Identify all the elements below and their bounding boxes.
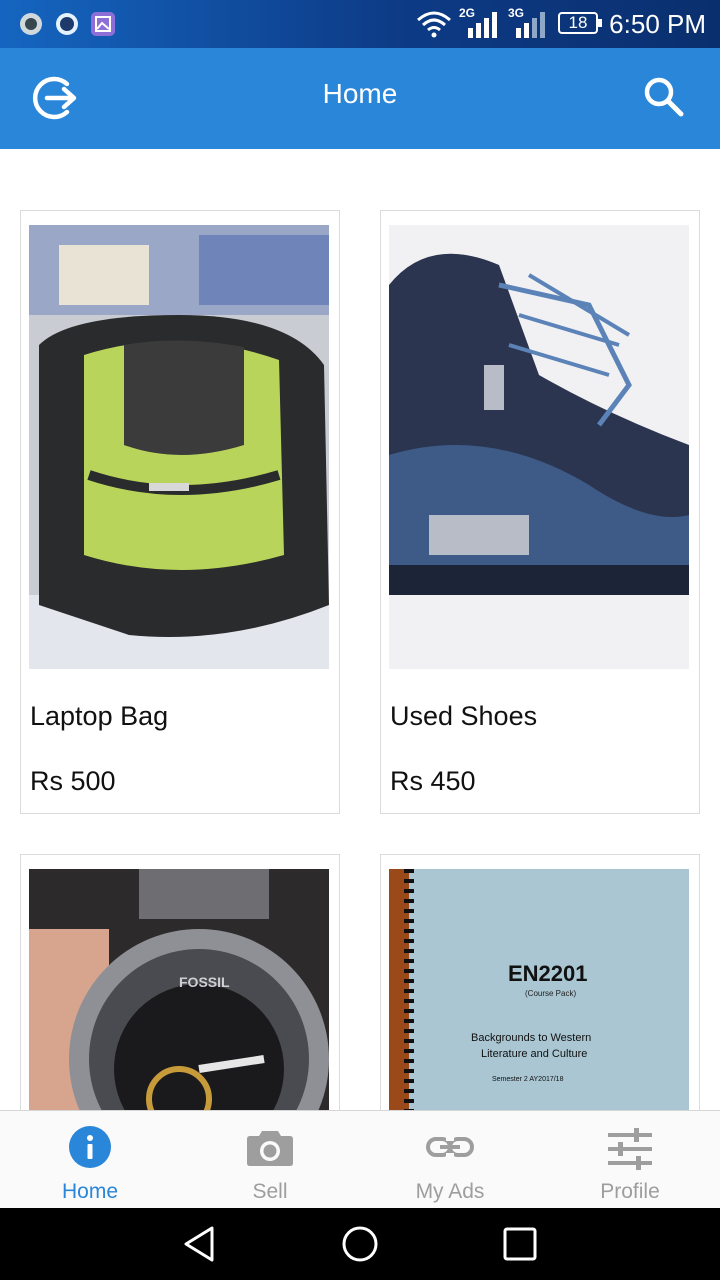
recents-icon[interactable] <box>500 1224 540 1264</box>
search-icon[interactable] <box>636 70 692 126</box>
bottom-nav: Home Sell My Ads Profile <box>0 1110 720 1209</box>
nav-home[interactable]: Home <box>0 1111 180 1209</box>
home-icon[interactable] <box>340 1224 380 1264</box>
page-title: Home <box>322 78 398 109</box>
status-bar: 2G 3G 18 6:50 PM <box>0 0 720 48</box>
book-line3-text: Semester 2 AY2017/18 <box>492 1076 564 1083</box>
sliders-icon <box>608 1128 652 1170</box>
listing-title: Laptop Bag <box>30 701 169 731</box>
battery-icon: 18 <box>558 12 602 34</box>
backpack-photo <box>29 225 329 669</box>
listing-card[interactable]: Laptop Bag Rs 500 <box>20 210 340 814</box>
app-bar: Home <box>0 48 720 149</box>
listing-price: Rs 450 <box>390 766 476 796</box>
battery-level: 18 <box>568 13 588 32</box>
nav-label: Home <box>61 1180 119 1203</box>
book-code-text: EN2201 <box>508 961 588 986</box>
signal-icon <box>516 12 545 38</box>
book-line2-text: Literature and Culture <box>481 1048 587 1060</box>
listing-image[interactable] <box>389 225 689 669</box>
app-notification-icon <box>20 13 42 35</box>
gallery-icon <box>91 12 115 36</box>
back-icon[interactable] <box>180 1224 220 1264</box>
clock: 6:50 PM <box>609 9 706 39</box>
wifi-icon <box>417 11 451 38</box>
link-icon <box>426 1137 474 1157</box>
book-line1-text: Backgrounds to Western <box>471 1032 591 1044</box>
watch-brand-text: FOSSIL <box>179 974 230 990</box>
signal-icon <box>468 12 497 38</box>
messenger-icon <box>56 13 78 35</box>
listing-price: Rs 500 <box>30 766 116 796</box>
nav-sell[interactable]: Sell <box>180 1111 360 1209</box>
nav-label: Sell <box>252 1180 288 1203</box>
book-sub-text: (Course Pack) <box>525 989 576 998</box>
system-nav-bar <box>0 1208 720 1280</box>
listing-card[interactable]: Used Shoes Rs 450 <box>380 210 700 814</box>
sneakers-photo <box>389 225 689 669</box>
nav-my-ads[interactable]: My Ads <box>360 1111 540 1209</box>
nav-label: My Ads <box>415 1180 485 1203</box>
nav-profile[interactable]: Profile <box>540 1111 720 1209</box>
nav-label: Profile <box>600 1180 660 1203</box>
info-icon <box>69 1126 111 1168</box>
listing-image[interactable] <box>29 225 329 669</box>
camera-icon <box>247 1131 293 1166</box>
listing-title: Used Shoes <box>390 701 538 731</box>
